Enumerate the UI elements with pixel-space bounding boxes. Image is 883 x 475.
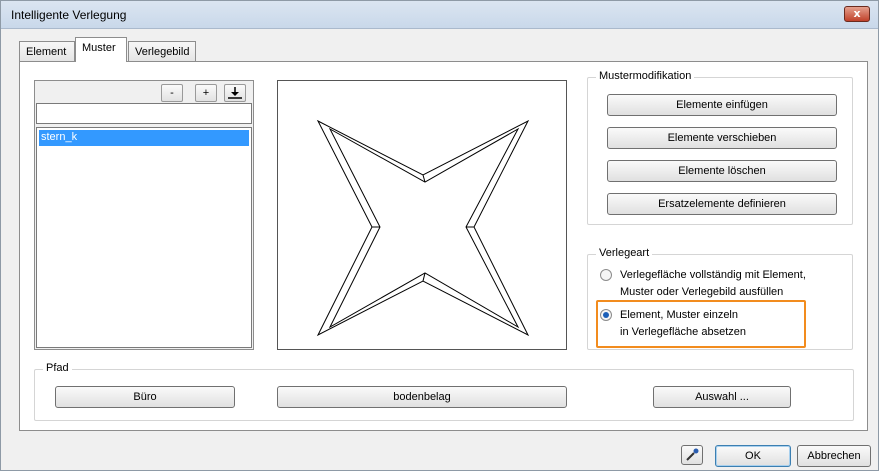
title-bar: Intelligente Verlegung x bbox=[1, 1, 878, 29]
insert-elements-button[interactable]: Elemente einfügen bbox=[607, 94, 837, 116]
tab-label: Muster bbox=[82, 42, 116, 54]
tab-label: Verlegebild bbox=[135, 46, 190, 58]
tab-verlegebild[interactable]: Verlegebild bbox=[128, 41, 196, 63]
star-pattern-preview bbox=[316, 119, 530, 337]
radio-label-line1: Verlegefläche vollständig mit Element, bbox=[620, 269, 806, 281]
pattern-listbox[interactable]: stern_k bbox=[36, 127, 252, 348]
list-item-label: stern_k bbox=[41, 131, 78, 143]
pattern-name-input[interactable] bbox=[36, 103, 252, 124]
eyedropper-icon bbox=[686, 448, 699, 461]
define-replacement-button[interactable]: Ersatzelemente definieren bbox=[607, 193, 837, 215]
button-label: OK bbox=[745, 450, 761, 462]
radio-label: Verlegefläche vollständig mit Element, M… bbox=[620, 267, 806, 301]
radio-button[interactable] bbox=[600, 269, 612, 281]
move-elements-button[interactable]: Elemente verschieben bbox=[607, 127, 837, 149]
group-legend: Pfad bbox=[43, 362, 72, 374]
pfad-group: Pfad Büro bodenbelag Auswahl ... bbox=[34, 362, 854, 421]
cancel-button[interactable]: Abbrechen bbox=[797, 445, 871, 467]
list-item[interactable]: stern_k bbox=[39, 130, 249, 146]
folder-bodenbelag-button[interactable]: bodenbelag bbox=[277, 386, 567, 408]
plus-label: + bbox=[202, 87, 210, 99]
button-label: Elemente einfügen bbox=[676, 99, 768, 111]
select-path-button[interactable]: Auswahl ... bbox=[653, 386, 791, 408]
highlight-frame bbox=[596, 300, 806, 348]
radio-label-line2: Muster oder Verlegebild ausfüllen bbox=[620, 286, 784, 298]
group-legend: Mustermodifikation bbox=[596, 70, 695, 82]
dialog-window: Intelligente Verlegung x Element Muster … bbox=[0, 0, 879, 471]
download-icon bbox=[228, 87, 242, 99]
close-button[interactable]: x bbox=[844, 6, 870, 22]
remove-pattern-button[interactable]: - bbox=[161, 84, 183, 102]
tab-panel-muster: - + stern_k Mustermodifikation Elemente … bbox=[19, 61, 868, 431]
button-label: Auswahl ... bbox=[695, 391, 749, 403]
minus-label: - bbox=[170, 87, 174, 99]
button-label: Büro bbox=[133, 391, 157, 403]
ok-button[interactable]: OK bbox=[715, 445, 791, 467]
button-label: Elemente verschieben bbox=[667, 132, 777, 144]
button-label: bodenbelag bbox=[393, 391, 451, 403]
folder-buero-button[interactable]: Büro bbox=[55, 386, 235, 408]
button-label: Abbrechen bbox=[807, 450, 861, 462]
import-pattern-button[interactable] bbox=[224, 84, 246, 102]
mustermodifikation-group: Mustermodifikation Elemente einfügen Ele… bbox=[587, 70, 853, 225]
delete-elements-button[interactable]: Elemente löschen bbox=[607, 160, 837, 182]
button-label: Ersatzelemente definieren bbox=[658, 198, 786, 210]
tab-muster[interactable]: Muster bbox=[75, 37, 127, 62]
pattern-preview bbox=[277, 80, 567, 350]
button-label: Elemente löschen bbox=[678, 165, 766, 177]
tab-label: Element bbox=[26, 46, 67, 58]
eyedropper-button[interactable] bbox=[681, 445, 703, 465]
add-pattern-button[interactable]: + bbox=[195, 84, 217, 102]
window-title: Intelligente Verlegung bbox=[11, 8, 127, 22]
pattern-list-panel: - + stern_k bbox=[34, 80, 254, 350]
tab-element[interactable]: Element bbox=[19, 41, 75, 63]
close-icon: x bbox=[853, 7, 861, 20]
group-legend: Verlegeart bbox=[596, 247, 653, 259]
